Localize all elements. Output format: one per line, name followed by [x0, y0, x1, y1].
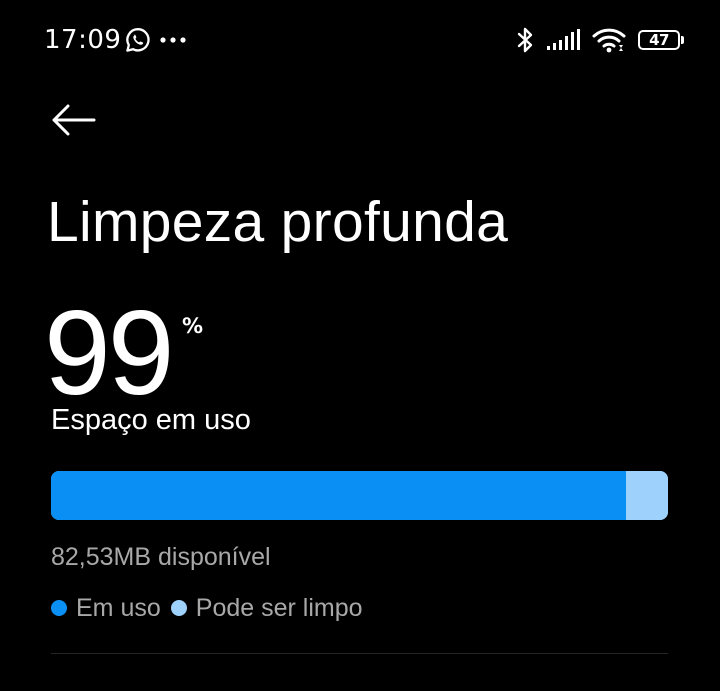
battery-icon: 47: [638, 30, 684, 50]
status-time: 17:09: [44, 25, 122, 55]
usage-percentage: 99: [44, 286, 174, 420]
whatsapp-icon: [126, 28, 150, 52]
available-space-text: 82,53MB disponível: [51, 543, 271, 571]
usage-percent-sign: %: [182, 314, 204, 338]
section-divider: [51, 653, 668, 654]
legend-label-used: Em uso: [76, 593, 161, 622]
storage-legend: Em uso Pode ser limpo: [51, 591, 373, 625]
storage-bar-used: [51, 471, 627, 520]
more-dots-icon: [160, 37, 186, 43]
wifi-icon: [592, 28, 626, 53]
legend-item-used: Em uso: [51, 594, 161, 623]
page-title: Limpeza profunda: [47, 190, 509, 254]
signal-icon: [547, 29, 580, 50]
bluetooth-icon: [517, 27, 533, 53]
legend-dot-used: [51, 600, 67, 616]
storage-bar-cleanable: [626, 471, 668, 520]
battery-level: 47: [649, 30, 669, 49]
system-status-icons: 47: [514, 24, 684, 56]
legend-item-cleanable: Pode ser limpo: [170, 593, 363, 623]
usage-label: Espaço em uso: [51, 404, 251, 436]
back-arrow-icon[interactable]: [48, 100, 98, 140]
storage-usage-bar: [51, 471, 668, 520]
status-bar: 17:09 47: [0, 0, 720, 80]
legend-dot-cleanable: [170, 600, 187, 616]
legend-label-cleanable: Pode ser limpo: [195, 593, 363, 622]
